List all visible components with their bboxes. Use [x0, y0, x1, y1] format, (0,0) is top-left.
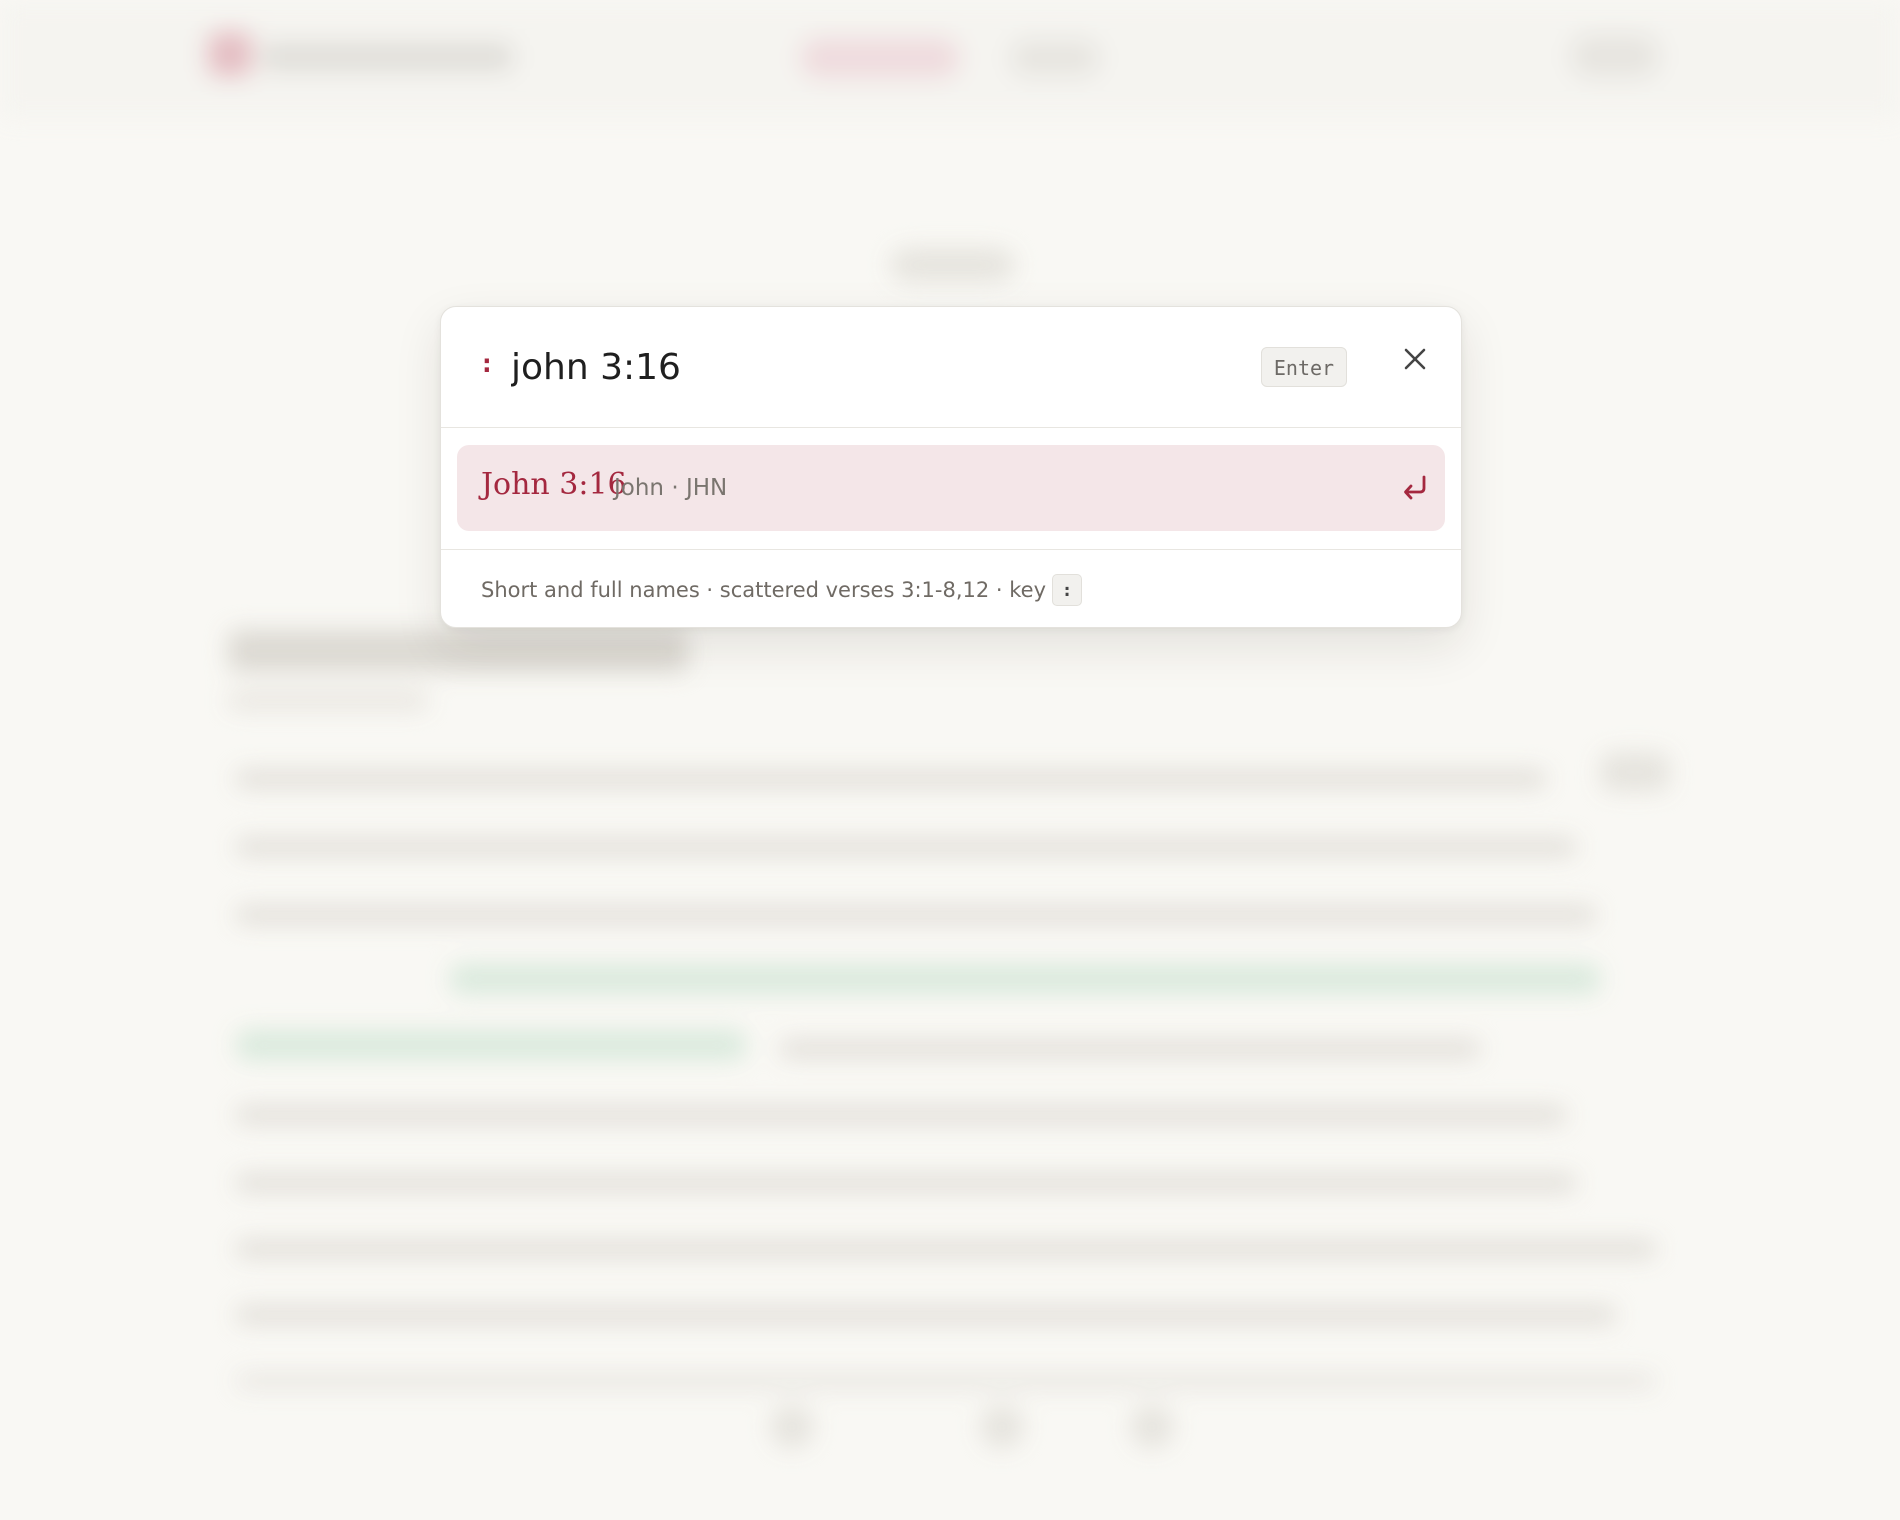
- return-icon: [1404, 475, 1426, 500]
- search-prefix: :: [479, 349, 495, 379]
- background-highlight: [236, 1030, 746, 1060]
- background-footer-button: [1130, 1405, 1174, 1449]
- background-text-line: [780, 1040, 1480, 1058]
- background-logo-text: [262, 44, 512, 70]
- background-text-line: [236, 1174, 1576, 1192]
- background-page: [0, 0, 1900, 1520]
- help-footer: Short and full names · scattered verses …: [441, 549, 1461, 627]
- background-footer-button: [770, 1405, 814, 1449]
- verse-search-dialog: : Enter John 3:16 John · JHN Short and f…: [440, 306, 1462, 628]
- background-text-line: [236, 1240, 1656, 1258]
- result-reference: John 3:16: [481, 467, 627, 502]
- search-input[interactable]: [511, 337, 1131, 397]
- search-bar: : Enter: [441, 307, 1461, 428]
- background-nav-item: [1010, 40, 1100, 76]
- help-text: Short and full names · scattered verses …: [481, 578, 1047, 602]
- search-result-item[interactable]: John 3:16 John · JHN: [457, 445, 1445, 531]
- background-text-line: [236, 838, 1576, 856]
- background-chip: [1600, 752, 1670, 792]
- background-text-line: [236, 770, 1546, 788]
- background-text-line: [236, 1306, 1616, 1324]
- background-text-line: [236, 1372, 1656, 1390]
- background-subheading: [228, 692, 428, 710]
- background-nav-item: [1570, 34, 1660, 78]
- shortcut-key-hint: :: [1052, 574, 1083, 606]
- help-text-row: Short and full names · scattered verses …: [481, 574, 1083, 606]
- background-logo: [208, 32, 252, 76]
- result-book-meta: John · JHN: [614, 475, 728, 501]
- background-text-line: [236, 1106, 1566, 1124]
- background-text-line: [236, 906, 1596, 924]
- enter-key-hint: Enter: [1261, 347, 1347, 387]
- close-icon: [1404, 348, 1426, 370]
- background-nav-item: [800, 38, 960, 78]
- background-highlight: [450, 964, 1600, 994]
- background-heading: [228, 630, 688, 672]
- close-button[interactable]: [1393, 337, 1437, 381]
- background-footer-button: [980, 1405, 1024, 1449]
- background-pill: [890, 248, 1015, 282]
